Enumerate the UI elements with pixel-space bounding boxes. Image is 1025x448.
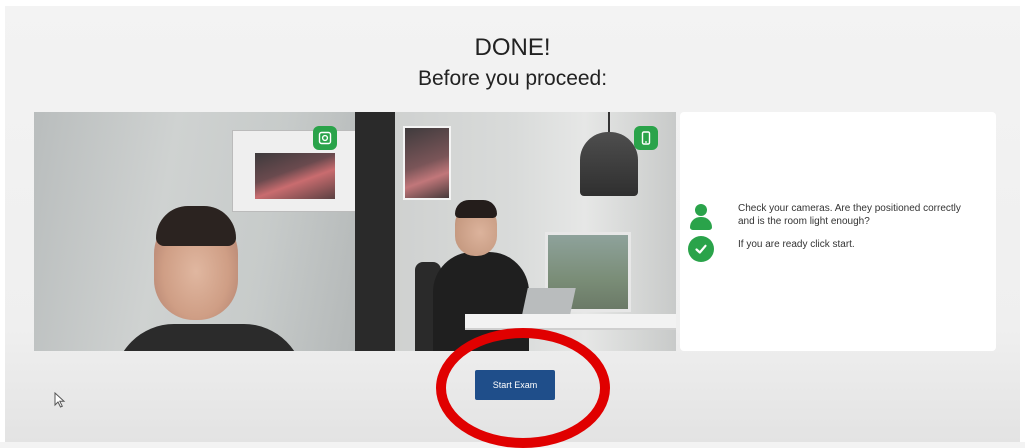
top-border — [0, 0, 1025, 6]
wall-picture — [403, 126, 451, 200]
user-icon — [688, 204, 714, 230]
laptop — [522, 288, 576, 314]
mouse-cursor-icon — [54, 392, 66, 408]
side-person-hair — [455, 200, 497, 218]
side-person-torso — [433, 252, 529, 351]
person-hair — [156, 206, 236, 246]
lamp-cord — [608, 112, 610, 134]
instructions-text: Check your cameras. Are they positioned … — [738, 202, 978, 251]
ready-text: If you are ready click start. — [738, 239, 855, 250]
pendant-lamp — [580, 132, 638, 196]
smartphone-icon — [634, 126, 658, 150]
person-torso — [114, 324, 304, 351]
start-exam-button[interactable]: Start Exam — [475, 370, 555, 400]
page-title: DONE! — [474, 34, 551, 61]
webcam-icon — [313, 126, 337, 150]
instructions-card: Check your cameras. Are they positioned … — [680, 112, 996, 351]
camera-check-text: Check your cameras. Are they positioned … — [738, 203, 961, 227]
desk — [465, 314, 676, 330]
phone-camera-feed — [355, 112, 676, 351]
instruction-icons — [688, 204, 714, 262]
page-subtitle: Before you proceed: — [417, 67, 608, 90]
webcam-feed — [34, 112, 355, 351]
check-circle-icon — [688, 236, 714, 262]
